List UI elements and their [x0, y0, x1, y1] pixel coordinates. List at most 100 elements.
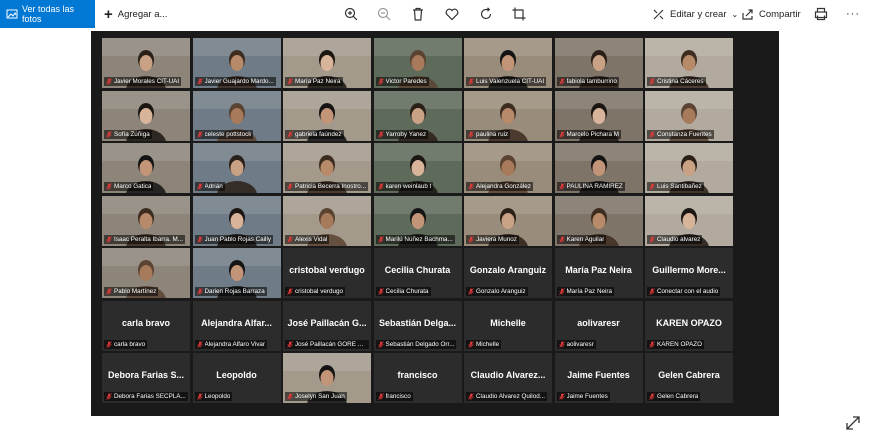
participant-name: Joselyn San Juan — [295, 393, 345, 400]
participant-tile[interactable]: gabriela faúndez — [283, 90, 371, 141]
print-icon[interactable] — [813, 6, 829, 22]
participant-tile[interactable]: Patricia Becerra Inostro... — [283, 143, 371, 193]
participant-name: Sebastián Delgado Orr... — [385, 340, 455, 348]
participant-tile[interactable]: celeste pottstock — [192, 90, 281, 141]
participant-display-name: Claudio Alvarez... — [470, 370, 546, 380]
favorite-heart-icon[interactable] — [444, 6, 460, 22]
participant-tile[interactable]: Joselyn San Juan — [283, 353, 371, 403]
participant-tile[interactable]: Javiera Munoz — [464, 195, 552, 246]
muted-mic-icon — [649, 78, 655, 85]
participant-name: Juan Pablo Rojas Cailly — [204, 235, 272, 243]
participant-tile[interactable]: Luis Santibañez — [645, 143, 733, 193]
muted-mic-icon — [377, 288, 384, 295]
muted-mic-icon — [106, 183, 112, 190]
participant-tile[interactable]: Javier Morales CIT-UAI — [102, 38, 190, 88]
participant-tile[interactable]: Leopoldo Leopoldo — [192, 353, 281, 403]
participant-name-label: Cecilia Churata — [375, 287, 431, 296]
participant-tile[interactable]: carla bravo carla bravo — [102, 300, 190, 351]
participant-tile[interactable]: Debora Farias S... Debora Farias SECPLA..… — [102, 353, 190, 403]
participant-tile[interactable]: KAREN OPAZO KAREN OPAZO — [645, 300, 733, 351]
participant-tile[interactable]: Marilú Núñez Bachma... — [373, 195, 462, 246]
edit-create-button[interactable]: Editar y crear ⌄ — [652, 0, 738, 28]
participant-tile[interactable]: Karen Aguilar — [554, 195, 643, 246]
add-to-button[interactable]: + Agregar a... — [104, 0, 167, 28]
participant-tile[interactable]: Cristina Cáceres — [645, 38, 733, 88]
participant-tile[interactable]: María Paz Neira — [283, 38, 371, 88]
participant-tile[interactable]: Alejandra González — [464, 143, 552, 193]
participant-tile[interactable]: karen weinlaub t — [373, 143, 462, 193]
muted-mic-icon — [377, 235, 384, 243]
participant-tile[interactable]: Victor Paredes — [373, 38, 462, 88]
muted-mic-icon — [287, 183, 293, 190]
more-options-button[interactable]: ··· — [846, 0, 860, 28]
participant-tile[interactable]: Constanza Fuentes — [645, 90, 733, 141]
participant-tile[interactable]: cristobal verdugo cristobal verdugo — [283, 248, 371, 298]
muted-mic-icon — [106, 393, 112, 400]
participant-tile[interactable]: paulina ruiz — [464, 90, 552, 141]
muted-mic-icon — [196, 393, 203, 400]
fullscreen-expand-icon[interactable] — [844, 414, 862, 432]
zoom-out-icon[interactable] — [376, 6, 392, 22]
delete-icon[interactable] — [410, 6, 426, 22]
participant-tile[interactable]: Cecilia Churata Cecilia Churata — [373, 248, 462, 298]
muted-mic-icon — [649, 130, 655, 138]
muted-mic-icon — [287, 340, 293, 348]
participant-tile[interactable]: Adrián — [192, 143, 281, 193]
muted-mic-icon — [649, 288, 655, 295]
participant-tile[interactable]: Javier Guajardo Mardo... — [192, 38, 281, 88]
share-label: Compartir — [759, 8, 801, 20]
participant-display-name: KAREN OPAZO — [656, 317, 722, 328]
participant-tile[interactable]: Alexis Vidal — [283, 195, 371, 246]
participant-name: KAREN OPAZO — [657, 340, 703, 348]
participant-tile[interactable]: José Paillacán G... José Paillacán GORE A… — [283, 300, 371, 351]
participant-display-name: Michelle — [490, 317, 526, 328]
participant-tile[interactable]: Marco Gatica — [102, 143, 190, 193]
participant-tile[interactable]: Gonzalo Aranguiz Gonzalo Aranguiz — [464, 248, 552, 298]
participant-name-label: Joselyn San Juan — [285, 392, 347, 401]
participant-name-label: Sebastián Delgado Orr... — [375, 339, 457, 349]
participant-name-label: Darien Rojas Barraza — [194, 287, 267, 296]
participant-tile[interactable]: Marcelo Pichara M — [554, 90, 643, 141]
participant-tile[interactable]: Pablo Martínez — [102, 248, 190, 298]
rotate-icon[interactable] — [478, 6, 494, 22]
muted-mic-icon — [468, 183, 474, 190]
participant-name: PAULINA RAMIREZ — [566, 183, 623, 190]
participant-tile[interactable]: Jaime Fuentes Jaime Fuentes — [554, 353, 643, 403]
participant-tile[interactable]: Darien Rojas Barraza — [192, 248, 281, 298]
participant-tile[interactable]: aolivaresr aolivaresr — [554, 300, 643, 351]
participant-tile[interactable]: Michelle Michelle — [464, 300, 552, 351]
muted-mic-icon — [468, 78, 474, 85]
zoom-in-icon[interactable] — [343, 6, 359, 22]
participant-tile[interactable]: Juan Pablo Rojas Cailly — [192, 195, 281, 246]
participant-tile[interactable]: francisco francisco — [373, 353, 462, 403]
participant-tile[interactable]: Claudio alvarez — [645, 195, 733, 246]
participant-tile[interactable]: Sebastián Delga... Sebastián Delgado Orr.… — [373, 300, 462, 351]
participant-tile[interactable]: Luis Valenzuela CIT-UAI — [464, 38, 552, 88]
view-all-photos-button[interactable]: Ver todas las fotos — [0, 0, 95, 28]
participant-name-label: Conectar con el audio — [647, 287, 721, 296]
muted-mic-icon — [558, 235, 565, 243]
participant-tile[interactable]: PAULINA RAMIREZ — [554, 143, 643, 193]
participant-tile[interactable]: Isaac Peralta Ibarra. M... — [102, 195, 190, 246]
crop-icon[interactable] — [511, 6, 527, 22]
share-icon — [742, 8, 753, 20]
plus-icon: + — [104, 5, 113, 23]
participant-name: fabiola tamburrino — [566, 78, 617, 85]
participant-tile[interactable]: María Paz Neira María Paz Neira — [554, 248, 643, 298]
participant-name: Claudio Alvarez Quilod... — [476, 393, 545, 400]
participant-name-label: Claudio alvarez — [647, 234, 703, 244]
participant-tile[interactable]: Alejandra Alfar... Alejandra Alfaro Vivar — [192, 300, 281, 351]
participant-tile[interactable]: fabiola tamburrino — [554, 38, 643, 88]
participant-tile[interactable]: Claudio Alvarez... Claudio Alvarez Quilod… — [464, 353, 552, 403]
participant-display-name: Guillermo More... — [652, 265, 726, 275]
participant-name-label: Gelen Cabrera — [647, 392, 701, 401]
participant-name-label: Gonzalo Aranguiz — [466, 287, 528, 296]
participant-name-label: María Paz Neira — [285, 77, 343, 86]
participant-name-label: Luis Valenzuela CIT-UAI — [466, 77, 547, 86]
participant-tile[interactable]: Sofía Zúñiga — [102, 90, 190, 141]
participant-tile[interactable]: Yarroby Yanez — [373, 90, 462, 141]
participant-tile[interactable]: Gelen Cabrera Gelen Cabrera — [645, 353, 733, 403]
participant-display-name: Jaime Fuentes — [567, 370, 630, 380]
share-button[interactable]: Compartir — [741, 0, 801, 28]
participant-tile[interactable]: Guillermo More... Conectar con el audio — [645, 248, 733, 298]
